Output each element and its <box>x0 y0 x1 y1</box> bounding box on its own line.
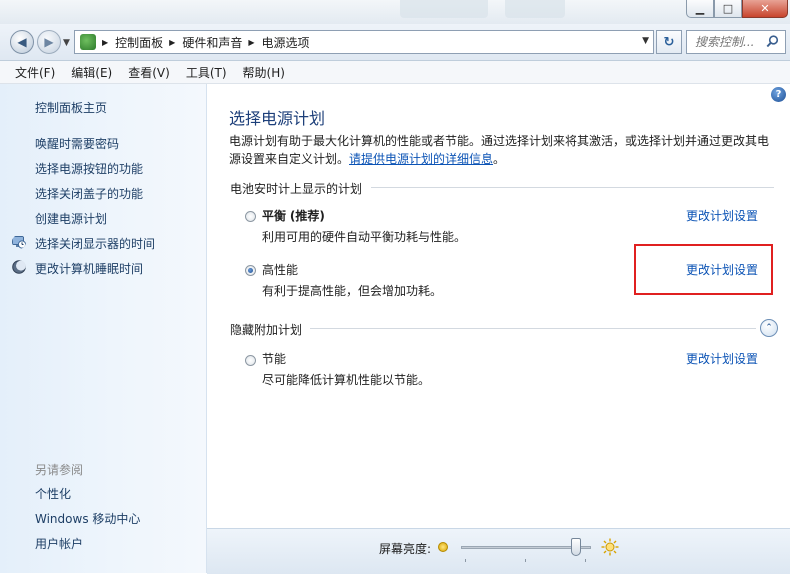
sidebar-item-create-plan[interactable]: 创建电源计划 <box>35 210 107 227</box>
change-plan-settings-power-saver[interactable]: 更改计划设置 <box>686 350 758 367</box>
plan-name-power-saver[interactable]: 节能 <box>262 350 286 367</box>
main-content: ? 选择电源计划 电源计划有助于最大化计算机的性能或者节能。通过选择计划来将其激… <box>207 84 790 528</box>
close-button[interactable]: ✕ <box>742 0 788 18</box>
help-button[interactable]: ? <box>771 87 786 102</box>
see-also-personalization[interactable]: 个性化 <box>35 485 71 502</box>
chevron-right-icon: ▶ <box>169 37 176 47</box>
radio-power-saver[interactable] <box>245 355 256 366</box>
plan-desc-balanced: 利用可用的硬件自动平衡功耗与性能。 <box>262 230 467 244</box>
help-icon: ? <box>775 89 782 100</box>
group-divider <box>310 328 756 329</box>
sidebar-item-lid-close[interactable]: 选择关闭盖子的功能 <box>35 185 143 202</box>
brightness-bar: 屏幕亮度: <box>207 528 790 574</box>
chevron-right-icon: ▶ <box>248 37 255 47</box>
window-controls: ▁ □ ✕ <box>686 0 788 18</box>
radio-balanced[interactable] <box>245 211 256 222</box>
maximize-button[interactable]: □ <box>714 0 742 18</box>
breadcrumb-item[interactable]: ▶ 硬件和声音 <box>163 34 242 51</box>
plan-name-high-performance[interactable]: 高性能 <box>262 261 298 278</box>
breadcrumb-hardware-sound[interactable]: 硬件和声音 <box>182 34 242 51</box>
brightness-label: 屏幕亮度: <box>379 542 432 556</box>
sidebar-home-link[interactable]: 控制面板主页 <box>35 99 107 116</box>
highlight-box <box>634 244 773 295</box>
slider-tick <box>585 559 586 562</box>
plan-suffix-text: (推荐) <box>289 209 325 223</box>
address-dropdown-button[interactable]: ▼ <box>642 36 649 46</box>
battery-plans-heading: 电池安时计上显示的计划 <box>230 182 363 196</box>
breadcrumb-control-panel[interactable]: 控制面板 <box>115 34 163 51</box>
plan-details-link[interactable]: 请提供电源计划的详细信息 <box>349 152 493 166</box>
plan-name-balanced[interactable]: 平衡 (推荐) <box>262 207 325 224</box>
page-description: 电源计划有助于最大化计算机的性能或者节能。通过选择计划来将其激活，或选择计划并通… <box>229 132 774 168</box>
breadcrumb-power-options[interactable]: 电源选项 <box>262 34 310 51</box>
arrow-right-icon: ▶ <box>44 35 54 49</box>
dim-sun-icon <box>438 542 448 552</box>
plan-desc-high-performance: 有利于提高性能，但会增加功耗。 <box>262 284 443 298</box>
group-divider <box>371 187 774 188</box>
plan-desc-power-saver: 尽可能降低计算机性能以节能。 <box>262 373 431 387</box>
sidebar-item-display-off-time[interactable]: 选择关闭显示器的时间 <box>35 235 155 252</box>
description-end: 。 <box>493 152 506 166</box>
sidebar: 控制面板主页 唤醒时需要密码 选择电源按钮的功能 选择关闭盖子的功能 创建电源计… <box>0 84 207 573</box>
see-also-user-accounts[interactable]: 用户帐户 <box>35 535 83 552</box>
chevron-up-icon: ⌃ <box>765 323 773 333</box>
control-panel-icon <box>80 34 96 50</box>
change-plan-settings-balanced[interactable]: 更改计划设置 <box>686 207 758 224</box>
menu-edit[interactable]: 编辑(E) <box>63 64 120 81</box>
search-input[interactable] <box>695 32 769 52</box>
page-title: 选择电源计划 <box>229 109 326 128</box>
search-icon[interactable] <box>766 35 779 48</box>
title-bar: ▁ □ ✕ <box>0 0 790 24</box>
recent-pages-dropdown[interactable]: ▼ <box>63 38 70 48</box>
breadcrumb-item[interactable]: ▶ 控制面板 <box>96 34 163 51</box>
minimize-button[interactable]: ▁ <box>686 0 714 18</box>
brightness-slider-thumb[interactable] <box>571 538 582 556</box>
refresh-button[interactable]: ↻ <box>656 30 682 54</box>
sidebar-item-wake-password[interactable]: 唤醒时需要密码 <box>35 135 119 152</box>
sidebar-item-power-buttons[interactable]: 选择电源按钮的功能 <box>35 160 143 177</box>
chevron-right-icon: ▶ <box>102 37 109 47</box>
see-also-mobility-center[interactable]: Windows 移动中心 <box>35 510 140 527</box>
sidebar-item-sleep-time[interactable]: 更改计算机睡眠时间 <box>35 260 143 277</box>
address-bar[interactable]: ▶ 控制面板 ▶ 硬件和声音 ▶ 电源选项 ▼ <box>74 30 654 54</box>
hidden-plans-heading: 隐藏附加计划 <box>230 323 303 337</box>
menu-file[interactable]: 文件(F) <box>0 64 63 81</box>
navigation-bar: ◀ ▶ ▼ ▶ 控制面板 ▶ 硬件和声音 ▶ 电源选项 ▼ ↻ <box>0 24 790 61</box>
arrow-left-icon: ◀ <box>17 35 27 49</box>
background-window-tab <box>505 0 565 18</box>
bright-sun-icon <box>601 538 619 556</box>
breadcrumb-item[interactable]: ▶ 电源选项 <box>242 34 309 51</box>
slider-tick <box>465 559 466 562</box>
forward-button[interactable]: ▶ <box>37 30 61 54</box>
see-also-heading: 另请参阅 <box>35 463 84 477</box>
menu-bar: 文件(F) 编辑(E) 查看(V) 工具(T) 帮助(H) <box>0 61 790 84</box>
moon-icon <box>12 260 26 274</box>
slider-tick <box>525 559 526 562</box>
background-window-tab <box>400 0 488 18</box>
menu-view[interactable]: 查看(V) <box>120 64 178 81</box>
plan-name-text: 平衡 <box>262 209 287 223</box>
menu-help[interactable]: 帮助(H) <box>235 64 293 81</box>
refresh-icon: ↻ <box>663 34 675 50</box>
search-box[interactable] <box>686 30 786 54</box>
collapse-hidden-plans-button[interactable]: ⌃ <box>760 319 778 337</box>
menu-tools[interactable]: 工具(T) <box>178 64 235 81</box>
back-button[interactable]: ◀ <box>10 30 34 54</box>
radio-high-performance[interactable] <box>245 265 256 276</box>
monitor-clock-icon <box>12 236 26 249</box>
